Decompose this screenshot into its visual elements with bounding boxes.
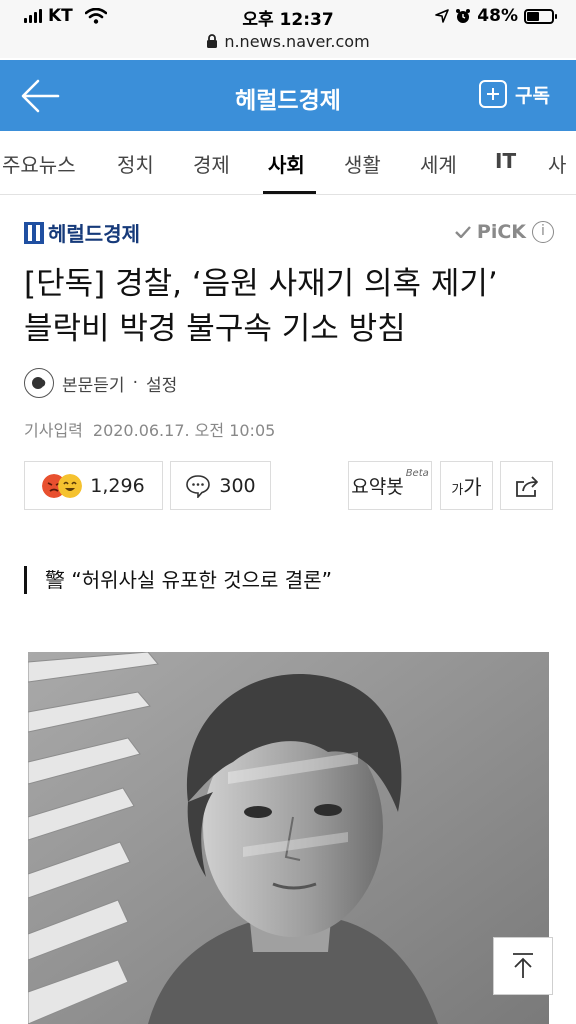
pick-label: PiCK xyxy=(476,221,526,243)
reaction-count: 1,296 xyxy=(90,474,145,497)
article-headline: [단독] 경찰, ‘음원 사재기 의혹 제기’ 블락비 박경 불구속 기소 방침 xyxy=(24,262,559,352)
app-header: 헤럴드경제 구독 xyxy=(0,60,576,131)
active-tab-indicator xyxy=(263,191,316,194)
tab-society[interactable]: 사회 xyxy=(268,149,305,178)
status-bar: KT 오후 12:37 48% n.news.naver.com xyxy=(0,0,576,58)
checkmark-icon xyxy=(455,226,471,238)
subscribe-label: 구독 xyxy=(515,84,550,107)
font-size-button[interactable]: 가 가 xyxy=(440,461,493,510)
tab-economy[interactable]: 경제 xyxy=(193,149,230,178)
url-text: n.news.naver.com xyxy=(224,32,370,51)
font-size-large-label: 가 xyxy=(463,475,482,499)
comment-button[interactable]: 300 xyxy=(170,461,271,510)
tab-politics[interactable]: 정치 xyxy=(117,149,154,178)
article-date: 기사입력 2020.06.17. 오전 10:05 xyxy=(24,417,275,441)
tab-it[interactable]: IT xyxy=(495,149,516,173)
plus-box-icon xyxy=(479,80,508,108)
battery-percent: 48% xyxy=(477,6,518,26)
scroll-top-button[interactable] xyxy=(493,937,553,995)
subscribe-button[interactable]: 구독 xyxy=(479,80,550,108)
summary-bot-button[interactable]: 요약봇 Beta xyxy=(348,461,432,510)
headline-line-1: [단독] 경찰, ‘음원 사재기 의혹 제기’ xyxy=(24,266,498,302)
article-photo[interactable] xyxy=(28,652,549,1024)
tab-world[interactable]: 세계 xyxy=(420,149,457,178)
back-button[interactable] xyxy=(20,78,60,114)
listen-row: 본문듣기 · 설정 xyxy=(24,368,177,398)
settings-link[interactable]: 설정 xyxy=(146,371,177,396)
article-subheadline: 警 “허위사실 유포한 것으로 결론” xyxy=(24,566,332,594)
tab-more[interactable]: 사 xyxy=(548,149,566,178)
portrait-image xyxy=(28,652,549,1024)
speaker-face-icon xyxy=(32,377,46,389)
listen-icon[interactable] xyxy=(24,368,54,398)
battery-fill xyxy=(527,11,540,21)
press-mark-icon xyxy=(24,221,44,244)
listen-label[interactable]: 본문듣기 xyxy=(62,371,125,396)
share-icon xyxy=(515,475,538,497)
battery-icon xyxy=(524,8,557,24)
date-value: 2020.06.17. 오전 10:05 xyxy=(92,421,276,440)
reaction-emoji-icons xyxy=(42,473,83,498)
headline-line-2: 블락비 박경 불구속 기소 방침 xyxy=(24,311,406,347)
press-logo[interactable]: 헤럴드경제 xyxy=(24,218,140,247)
laughing-face-icon xyxy=(58,473,83,498)
category-tabs: 주요뉴스 정치 경제 사회 생활 세계 IT 사 xyxy=(0,131,576,195)
comment-count: 300 xyxy=(219,474,256,497)
date-label: 기사입력 xyxy=(24,421,83,440)
summary-beta-label: Beta xyxy=(405,468,429,479)
press-name: 헤럴드경제 xyxy=(48,222,140,246)
share-button[interactable] xyxy=(500,461,553,510)
info-icon[interactable]: i xyxy=(532,221,554,243)
font-size-small-label: 가 xyxy=(451,483,464,498)
pick-badge[interactable]: PiCK i xyxy=(455,221,554,243)
status-right: 48% xyxy=(435,6,557,26)
url-bar[interactable]: n.news.naver.com xyxy=(0,32,576,51)
tab-life[interactable]: 생활 xyxy=(344,149,381,178)
arrow-up-icon xyxy=(513,953,533,978)
alarm-icon xyxy=(456,9,471,23)
arrow-left-icon xyxy=(21,79,60,113)
lock-icon xyxy=(207,34,218,48)
listen-separator: · xyxy=(132,373,138,393)
speech-bubble-icon xyxy=(186,474,211,498)
summary-label: 요약봇 xyxy=(351,476,404,498)
reaction-button[interactable]: 1,296 xyxy=(24,461,163,510)
location-arrow-icon xyxy=(435,9,450,23)
tab-main-news[interactable]: 주요뉴스 xyxy=(2,149,76,178)
